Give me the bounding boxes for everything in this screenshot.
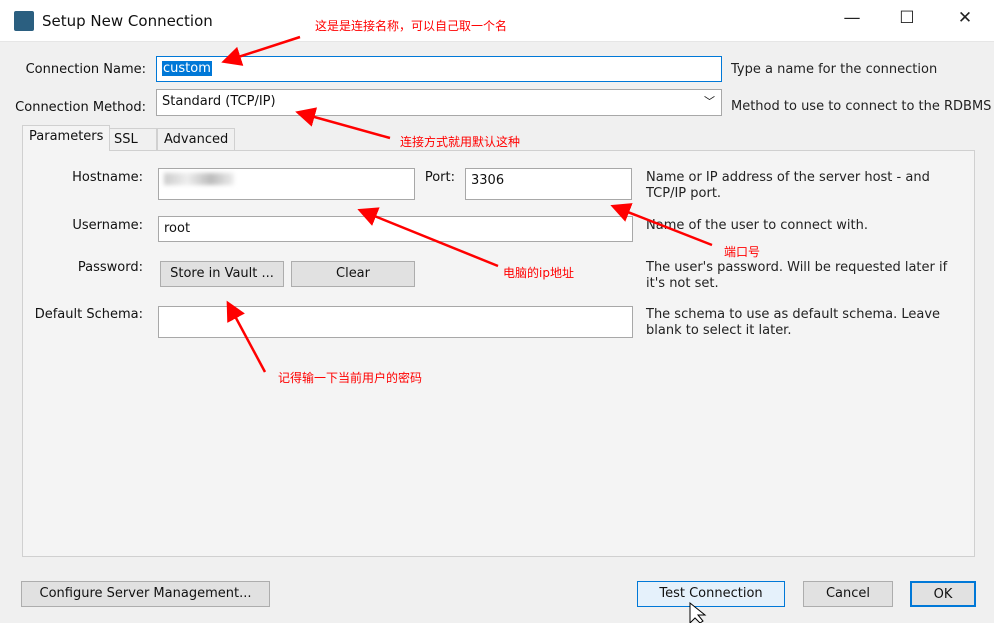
arrow-port xyxy=(610,203,713,247)
arrow-password xyxy=(226,300,267,373)
arrow-connection-name xyxy=(221,35,301,66)
arrow-ip xyxy=(357,207,499,268)
arrow-connection-method xyxy=(295,107,391,140)
annotation-arrows xyxy=(221,35,713,623)
mouse-cursor-icon xyxy=(689,601,707,623)
tab-parameters[interactable]: Parameters xyxy=(22,125,111,151)
